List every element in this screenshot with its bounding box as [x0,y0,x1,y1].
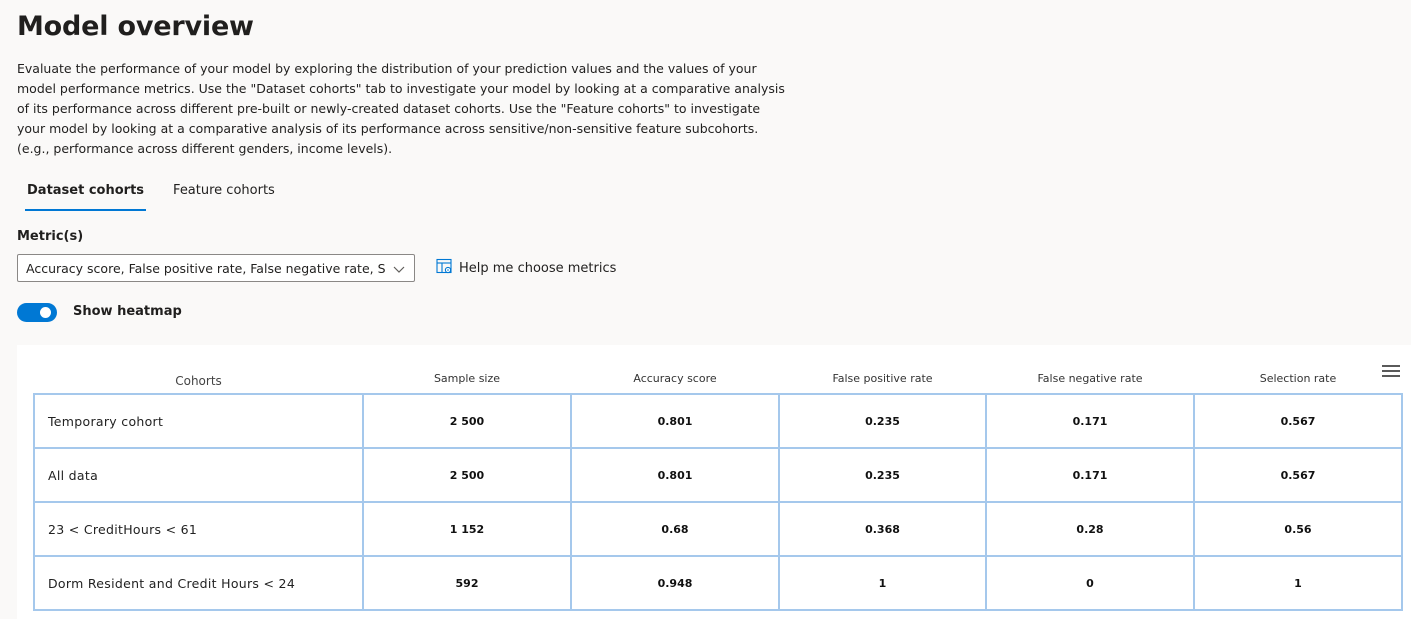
table-cell: 1 [1193,555,1403,611]
table-cell: 0 [985,555,1195,611]
column-header: False negative rate [1037,372,1143,385]
table-row: Dorm Resident and Credit Hours < 24 592 … [33,555,1403,611]
table-cell: 1 [778,555,987,611]
tab-dataset-cohorts[interactable]: Dataset cohorts [17,174,154,211]
cohort-name-cell[interactable]: 23 < CreditHours < 61 [33,501,364,557]
cohort-name-cell[interactable]: All data [33,447,364,503]
toggle-knob [40,307,51,318]
description-line: your model by looking at a comparative a… [17,121,759,136]
table-cell: 0.171 [985,447,1195,503]
table-header-row: Cohorts Sample size Accuracy score False… [34,355,1402,394]
table-cell: 0.948 [570,555,780,611]
table-cell: 0.235 [778,393,987,449]
table-cell: 0.567 [1193,393,1403,449]
tab-feature-cohorts[interactable]: Feature cohorts [163,174,285,207]
table-cell: 2 500 [362,447,572,503]
cohort-tabs: Dataset cohorts Feature cohorts [17,174,294,211]
page-description: Evaluate the performance of your model b… [17,59,785,159]
table-cell: 0.28 [985,501,1195,557]
description-line: of its performance across different pre-… [17,101,761,116]
cohort-name-cell[interactable]: Dorm Resident and Credit Hours < 24 [33,555,364,611]
table-cell: 0.801 [570,447,780,503]
table-cell: 0.171 [985,393,1195,449]
table-row: 23 < CreditHours < 61 1 152 0.68 0.368 0… [33,501,1403,557]
column-header: Selection rate [1259,372,1337,385]
metrics-dropdown[interactable]: Accuracy score, False positive rate, Fal… [17,254,415,282]
metrics-label: Metric(s) [17,229,84,244]
cohort-name-cell[interactable]: Temporary cohort [33,393,364,449]
column-header: Cohorts [175,374,222,388]
table-cell: 1 152 [362,501,572,557]
help-choose-metrics-link[interactable]: Help me choose metrics [436,258,616,279]
table-cell: 0.368 [778,501,987,557]
table-cell: 2 500 [362,393,572,449]
table-row: Temporary cohort 2 500 0.801 0.235 0.171… [33,393,1403,449]
table-row: All data 2 500 0.801 0.235 0.171 0.567 [33,447,1403,503]
chevron-down-icon [392,261,406,280]
table-cell: 592 [362,555,572,611]
table-settings-icon [436,258,453,279]
column-header: False positive rate [832,372,933,385]
table-cell: 0.801 [570,393,780,449]
column-header: Accuracy score [633,372,717,385]
description-line: model performance metrics. Use the "Data… [17,81,785,96]
help-link-label: Help me choose metrics [459,261,617,276]
description-line: Evaluate the performance of your model b… [17,61,757,76]
column-header: Sample size [433,372,501,385]
heatmap-table: Cohorts Sample size Accuracy score False… [33,355,1403,611]
table-cell: 0.56 [1193,501,1403,557]
table-cell: 0.68 [570,501,780,557]
table-cell: 0.567 [1193,447,1403,503]
page-title: Model overview [17,11,254,42]
heatmap-toggle[interactable] [17,303,57,322]
metrics-dropdown-value: Accuracy score, False positive rate, Fal… [26,260,386,276]
heatmap-toggle-label: Show heatmap [73,304,182,319]
description-line: (e.g., performance across different gend… [17,141,393,156]
table-cell: 0.235 [778,447,987,503]
